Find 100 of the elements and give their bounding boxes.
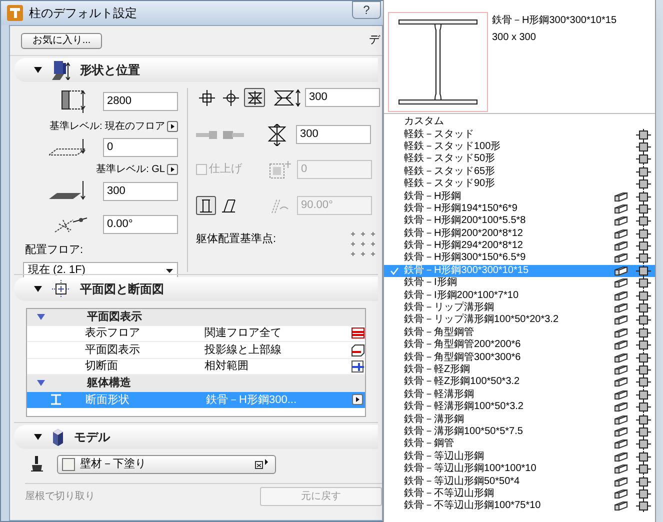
steel-bar-icon (614, 352, 628, 363)
profile-list-item[interactable]: 軽鉄－スタッド50形 (384, 153, 655, 166)
column-section-icon (636, 228, 651, 240)
steel-bar-icon (614, 315, 628, 326)
input-field[interactable]: 0 (103, 138, 178, 157)
help-button[interactable]: ? (352, 1, 381, 19)
app-icon (7, 5, 23, 21)
steel-bar-icon (614, 439, 628, 450)
collapse-triangle-icon[interactable] (34, 434, 42, 440)
column-section-icon (636, 140, 651, 153)
steel-bar-icon (614, 241, 628, 252)
column-section-icon (636, 376, 651, 388)
profile-list-item[interactable]: カスタム (384, 116, 655, 128)
paint-brush-icon (31, 456, 43, 472)
favorites-button[interactable]: お気に入り... (21, 32, 102, 48)
collapse-triangle-icon[interactable] (34, 67, 42, 73)
steel-bar-icon (614, 204, 628, 214)
property-label: 表示フロア (84, 326, 141, 341)
steel-bar-icon (614, 377, 628, 388)
column-section-icon (636, 326, 651, 339)
field-label: 躯体配置基準点: (196, 232, 276, 247)
anchor-button[interactable] (244, 88, 265, 107)
input-field[interactable]: 0.00° (103, 214, 178, 234)
tree-group-row[interactable]: 平面図表示 (27, 309, 365, 326)
steel-bar-icon (614, 228, 628, 239)
i-beam-icon (50, 394, 62, 406)
tree-row[interactable]: 平面図表示 投影線と上部線 (27, 342, 365, 358)
anchor-button[interactable] (220, 88, 241, 107)
column-section-icon (636, 414, 651, 426)
section-title: モデル (74, 429, 110, 446)
tree-group-row[interactable]: 躯体構造 (27, 375, 365, 392)
model-block-icon (52, 428, 64, 446)
column-section-icon (636, 166, 651, 178)
link-label: 基準レベル: GL (96, 162, 165, 177)
anchor-button[interactable] (196, 88, 217, 107)
collapse-triangle-icon[interactable] (34, 286, 42, 292)
profile-size: 300 x 300 (492, 31, 537, 45)
steel-bar-icon (614, 501, 628, 512)
steel-bar-icon (614, 216, 628, 226)
tree-row[interactable]: 切断面 相対範囲 (27, 358, 365, 375)
property-value: 相対範囲 (204, 358, 250, 374)
steel-bar-icon (614, 278, 628, 288)
steel-bar-icon (614, 365, 628, 375)
finish-thickness-icon (268, 160, 292, 180)
profile-list-item[interactable]: 軽鉄－スタッド (384, 128, 655, 141)
property-value: 関連フロア全て (204, 326, 282, 341)
option-label: 屋根で切り取り (25, 490, 95, 504)
property-label: 断面形状 (85, 392, 130, 408)
link-label: 基準レベル: 現在のフロア (49, 120, 165, 134)
floor-plan-icon (52, 280, 70, 298)
input-field[interactable]: 300 (103, 182, 178, 200)
checkbox-label: 仕上げ (209, 162, 242, 178)
dropdown-arrow-icon (255, 459, 269, 469)
column-section-icon (636, 500, 651, 512)
tree-row[interactable]: 表示フロア 関連フロア全て (27, 326, 365, 342)
steel-bar-icon (614, 253, 628, 264)
profile-list-item[interactable]: 軽鉄－スタッド100形 (384, 140, 655, 154)
column-section-icon (636, 202, 651, 215)
steel-bar-icon (614, 414, 628, 425)
column-section-icon (636, 178, 651, 190)
column-icon (52, 60, 70, 80)
steel-bar-icon (614, 476, 628, 487)
depth-dimension-icon (267, 124, 287, 146)
column-section-icon (636, 426, 651, 438)
column-section-icon (636, 450, 651, 463)
arrow-button[interactable] (167, 121, 178, 132)
section-title: 平面図と断面図 (80, 281, 164, 298)
steel-bar-icon (614, 488, 628, 499)
material-swatch-icon (62, 458, 75, 470)
check-icon (390, 266, 398, 275)
steel-bar-icon (614, 452, 628, 462)
column-section-icon (636, 401, 651, 414)
profile-list-item[interactable]: 軽鉄－スタッド65形 (384, 166, 655, 178)
column-section-icon (636, 264, 651, 277)
arrow-button[interactable] (352, 394, 363, 406)
column-section-icon (636, 339, 651, 352)
steel-bar-icon (614, 303, 628, 314)
column-section-icon (636, 438, 651, 450)
field-label: 配置フロア: (25, 243, 84, 258)
section-title: 形状と位置 (80, 62, 140, 79)
input-field[interactable]: 2800 (103, 92, 178, 110)
vertical-column-button[interactable] (196, 196, 216, 215)
column-section-icon (636, 302, 651, 314)
column-section-icon (636, 488, 651, 500)
column-section-icon (636, 128, 651, 141)
anchor-point-grid-icon[interactable] (350, 231, 376, 257)
surface-dropdown[interactable]: 壁材－下塗り (57, 454, 276, 474)
column-section-icon (636, 153, 651, 166)
column-section-icon (636, 290, 651, 302)
profile-name: 鉄骨－H形鋼300*300*10*15 (492, 14, 617, 28)
input-field[interactable]: 300 (296, 125, 371, 144)
header-label: デ (369, 33, 380, 48)
steel-bar-icon (614, 402, 628, 412)
wall-connection-icon (196, 128, 244, 140)
column-section-icon (636, 240, 651, 252)
property-value: 投影線と上部線 (204, 342, 282, 358)
steel-bar-icon (614, 426, 628, 437)
arrow-button[interactable] (167, 164, 178, 175)
input-field[interactable]: 300 (305, 88, 380, 107)
steel-bar-icon (614, 192, 628, 202)
